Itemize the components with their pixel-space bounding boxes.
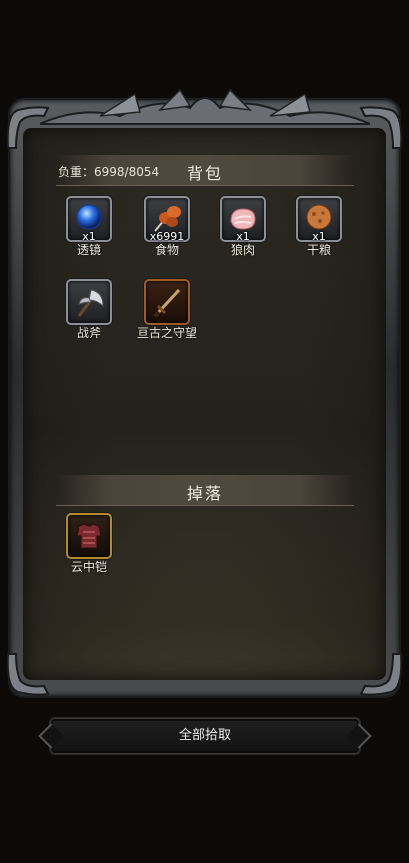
item-slot [144,279,190,325]
item-slot: x1 [220,196,266,243]
item-slot: x1 [296,196,342,243]
item-name: 食物 [154,243,179,257]
armor-icon [76,523,102,549]
item-name: 云中铠 [70,560,107,574]
item-slot [66,513,112,559]
inventory-item-battle-axe[interactable]: 战斧 [59,279,119,341]
item-quantity: x1 [312,230,326,243]
item-name: 干粮 [306,243,331,257]
item-slot: x1 [66,196,112,243]
weight-value: 6998/8054 [94,165,160,179]
inventory-item-food[interactable]: x6991 食物 [137,196,197,258]
drops-header-bar: 掉落 [56,475,354,506]
inventory-item-lens[interactable]: x1 透镜 [59,196,119,258]
item-name: 亘古之守望 [137,326,198,340]
item-name: 透镜 [76,243,101,257]
inventory-item-eternal-watch[interactable]: 亘古之守望 [137,279,197,341]
item-slot: x6991 [144,196,190,243]
item-quantity: x1 [236,230,250,243]
drops-title: 掉落 [186,484,223,503]
inventory-item-wolf-meat[interactable]: x1 狼肉 [213,196,273,258]
item-name: 狼肉 [230,243,255,257]
weight-label: 负重： [58,165,95,179]
sword-icon [153,288,181,318]
item-quantity: x1 [82,230,96,243]
pick-all-button[interactable]: 全部拾取 [50,718,360,754]
weight-display: 负重：6998/8054 [58,163,159,180]
item-slot [66,279,112,325]
frame-crest-ornament [39,88,370,125]
inventory-item-dry-rations[interactable]: x1 干粮 [289,196,349,258]
item-quantity: x6991 [149,230,185,243]
battle-axe-icon [77,289,104,317]
drop-item-cloud-armor[interactable]: 云中铠 [59,513,119,575]
item-name: 战斧 [76,326,101,340]
